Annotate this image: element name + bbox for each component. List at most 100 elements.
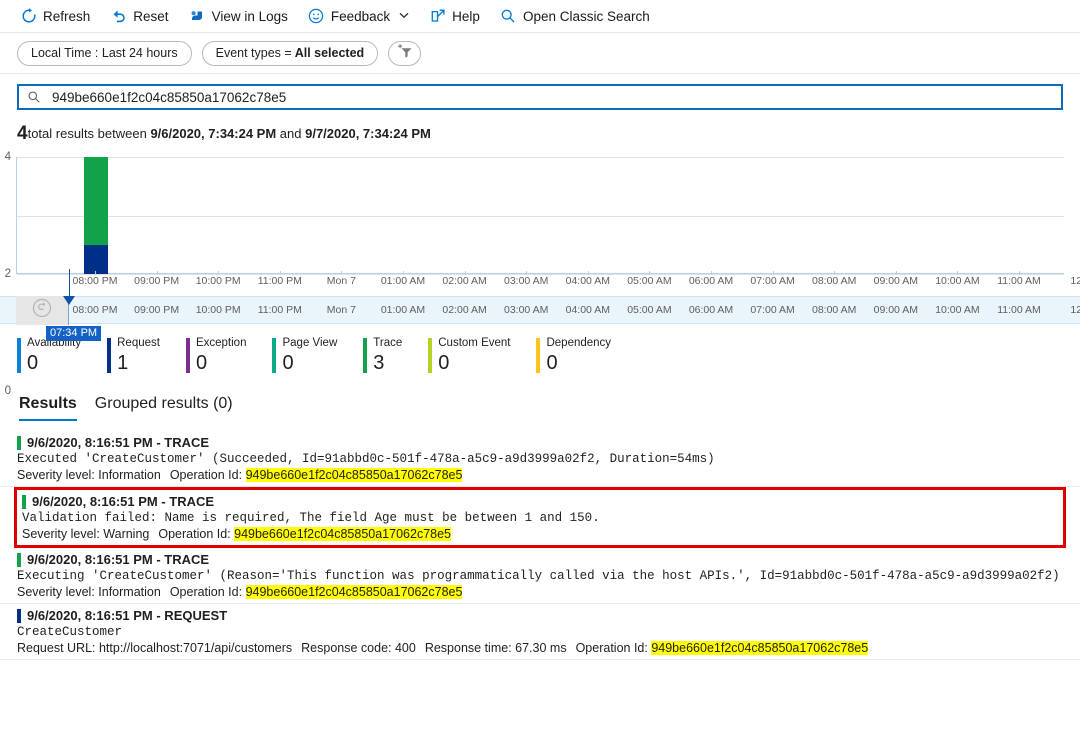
result-meta-value-1: http://localhost:7071/api/customers bbox=[98, 641, 293, 655]
event-type-card-custom-event[interactable]: Custom Event 0 bbox=[428, 337, 536, 373]
chart-x-tick-label: 11:00 AM bbox=[997, 275, 1041, 287]
undo-icon bbox=[110, 8, 127, 25]
scrubber-marker-label: 07:34 PM bbox=[46, 326, 102, 341]
result-operation-id-value: 949be660e1f2c04c85850a17062c78e5 bbox=[245, 585, 463, 599]
result-header: 9/6/2020, 8:16:51 PM - REQUEST bbox=[17, 608, 1063, 623]
result-meta: Request URL: http://localhost:7071/api/c… bbox=[17, 641, 1063, 655]
event-type-label: Trace bbox=[373, 337, 403, 349]
result-meta-value-1: Information bbox=[98, 585, 161, 599]
refresh-button[interactable]: Refresh bbox=[10, 2, 100, 30]
event-types-filter-pill[interactable]: Event types = All selected bbox=[201, 40, 379, 66]
help-button[interactable]: Help bbox=[419, 2, 490, 30]
chart-bar-segment-request[interactable] bbox=[84, 244, 108, 274]
result-meta-label-1: Severity level: bbox=[22, 527, 104, 541]
scrubber-tick-label: 08:00 AM bbox=[812, 304, 857, 316]
scrubber-tick-label: 03:00 AM bbox=[504, 304, 549, 316]
chart-x-axis: 08:00 PM 09:00 PM 10:00 PM 11:00 PM Mon 7 01:… bbox=[16, 271, 1080, 293]
add-filter-button[interactable] bbox=[388, 40, 422, 66]
event-type-color-swatch bbox=[363, 338, 368, 373]
results-count: 4 bbox=[17, 123, 28, 144]
event-type-label: Exception bbox=[195, 337, 247, 349]
event-types-filter-label: Event types = bbox=[215, 46, 292, 60]
search-area bbox=[0, 74, 1080, 110]
result-item[interactable]: 9/6/2020, 8:16:51 PM - TRACE Executed 'Cr… bbox=[0, 431, 1080, 487]
event-type-count: 0 bbox=[195, 351, 208, 374]
view-in-logs-button[interactable]: View in Logs bbox=[179, 2, 298, 30]
result-response-time-label: Response time: bbox=[424, 641, 516, 655]
results-summary: 4total results between 9/6/2020, 7:34:24… bbox=[0, 110, 1080, 151]
event-type-card-trace[interactable]: Trace 3 bbox=[363, 337, 428, 373]
command-bar: Refresh Reset View in Logs Feedback Help… bbox=[0, 0, 1080, 33]
time-range-filter-pill[interactable]: Local Time : Last 24 hours bbox=[17, 40, 192, 66]
event-type-card-availability[interactable]: Availability 0 bbox=[17, 337, 107, 373]
scrubber-marker[interactable] bbox=[63, 296, 75, 305]
reset-button[interactable]: Reset bbox=[100, 2, 178, 30]
open-classic-search-button[interactable]: Open Classic Search bbox=[490, 2, 660, 30]
result-item[interactable]: 9/6/2020, 8:16:51 PM - TRACE Validation f… bbox=[14, 487, 1066, 548]
chart-x-tick-label: 08:00 PM bbox=[72, 275, 118, 287]
chart-bar[interactable] bbox=[84, 157, 108, 274]
chart-x-tick-label: 04:00 AM bbox=[565, 275, 610, 287]
result-timestamp-and-type: 9/6/2020, 8:16:51 PM - TRACE bbox=[27, 435, 210, 450]
chart-x-tick-label: 12:0 bbox=[1070, 275, 1080, 287]
chart-x-tick-label: 03:00 AM bbox=[504, 275, 549, 287]
result-meta-label-1: Request URL: bbox=[17, 641, 99, 655]
event-type-count: 1 bbox=[117, 351, 129, 374]
chart-x-tick-label: 10:00 AM bbox=[935, 275, 980, 287]
results-list: 9/6/2020, 8:16:51 PM - TRACE Executed 'Cr… bbox=[0, 421, 1080, 660]
search-input[interactable] bbox=[50, 88, 1053, 106]
result-meta-value-1: Information bbox=[98, 468, 161, 482]
scrubber-tick-label: 09:00 PM bbox=[134, 304, 180, 316]
result-operation-id-label: Operation Id: bbox=[158, 527, 235, 541]
events-timeline-chart[interactable]: 0 2 4 08:00 PM 09:00 PM 10:00 PM 11:00 PM Mon … bbox=[0, 151, 1080, 397]
chart-x-tick-label: 02:00 AM bbox=[442, 275, 487, 287]
result-type-color-bar bbox=[17, 435, 21, 450]
tab-grouped[interactable]: Grouped results (0) bbox=[95, 395, 233, 421]
event-type-label: Dependency bbox=[546, 337, 612, 349]
scrubber-tick-label: Mon 7 bbox=[326, 304, 356, 316]
chart-x-tick-label: 11:00 PM bbox=[257, 275, 302, 287]
scrubber-marker-line bbox=[69, 269, 70, 297]
chevron-down-icon bbox=[399, 11, 409, 21]
result-operation-id-value: 949be660e1f2c04c85850a17062c78e5 bbox=[245, 468, 463, 482]
reset-zoom-button[interactable] bbox=[16, 296, 69, 325]
chart-x-tick-label: 08:00 AM bbox=[812, 275, 857, 287]
search-box[interactable] bbox=[17, 84, 1063, 110]
event-type-card-request[interactable]: Request 1 bbox=[107, 337, 186, 374]
scrubber-tick-label: 04:00 AM bbox=[565, 304, 610, 316]
scrubber-tick-label: 11:00 PM bbox=[257, 304, 302, 316]
scrubber-tick-label: 07:00 AM bbox=[750, 304, 795, 316]
result-timestamp-and-type: 9/6/2020, 8:16:51 PM - TRACE bbox=[32, 494, 215, 509]
tab-results[interactable]: Results bbox=[19, 395, 77, 421]
result-item[interactable]: 9/6/2020, 8:16:51 PM - REQUEST CreateCust… bbox=[0, 604, 1080, 660]
feedback-button[interactable]: Feedback bbox=[298, 2, 419, 30]
event-type-card-exception[interactable]: Exception 0 bbox=[185, 337, 273, 374]
event-type-label: Page View bbox=[282, 337, 338, 349]
event-type-card-page-view[interactable]: Page View 0 bbox=[272, 337, 363, 373]
help-label: Help bbox=[452, 8, 480, 24]
time-scrubber[interactable]: 08:00 PM 09:00 PM 10:00 PM 11:00 PM Mon 7 01:… bbox=[0, 269, 1080, 341]
result-meta-value-1: Warning bbox=[103, 527, 150, 541]
event-types-filter-value: All selected bbox=[294, 46, 365, 60]
event-type-card-dependency[interactable]: Dependency 0 bbox=[536, 337, 637, 373]
refresh-icon bbox=[20, 8, 37, 25]
scrubber-tick-label: 02:00 AM bbox=[442, 304, 487, 316]
scrubber-tick-label: 08:00 PM bbox=[72, 304, 118, 316]
view-in-logs-label: View in Logs bbox=[211, 8, 288, 24]
result-message: Validation failed: Name is required, The… bbox=[22, 511, 600, 525]
chart-plot-area: 0 2 4 bbox=[5, 151, 1064, 397]
result-header: 9/6/2020, 8:16:51 PM - TRACE bbox=[22, 494, 1058, 509]
add-filter-icon bbox=[396, 43, 414, 64]
result-type-color-bar bbox=[17, 608, 21, 623]
scrubber-tick-label: 10:00 PM bbox=[195, 304, 241, 316]
scrubber-tick-label: 12:0 bbox=[1070, 304, 1080, 316]
result-item[interactable]: 9/6/2020, 8:16:51 PM - TRACE Executing 'C… bbox=[0, 548, 1080, 604]
event-type-label: Request bbox=[117, 337, 160, 349]
result-response-code-label: Response code: bbox=[301, 641, 395, 655]
result-timestamp-and-type: 9/6/2020, 8:16:51 PM - REQUEST bbox=[27, 608, 228, 623]
chart-x-tick-label: 10:00 PM bbox=[195, 275, 241, 287]
open-classic-search-label: Open Classic Search bbox=[522, 8, 650, 24]
chart-bar-segment-trace[interactable] bbox=[84, 157, 108, 245]
result-message: Executing 'CreateCustomer' (Reason='This… bbox=[17, 569, 1060, 583]
app-root: Refresh Reset View in Logs Feedback Help… bbox=[0, 0, 1080, 746]
